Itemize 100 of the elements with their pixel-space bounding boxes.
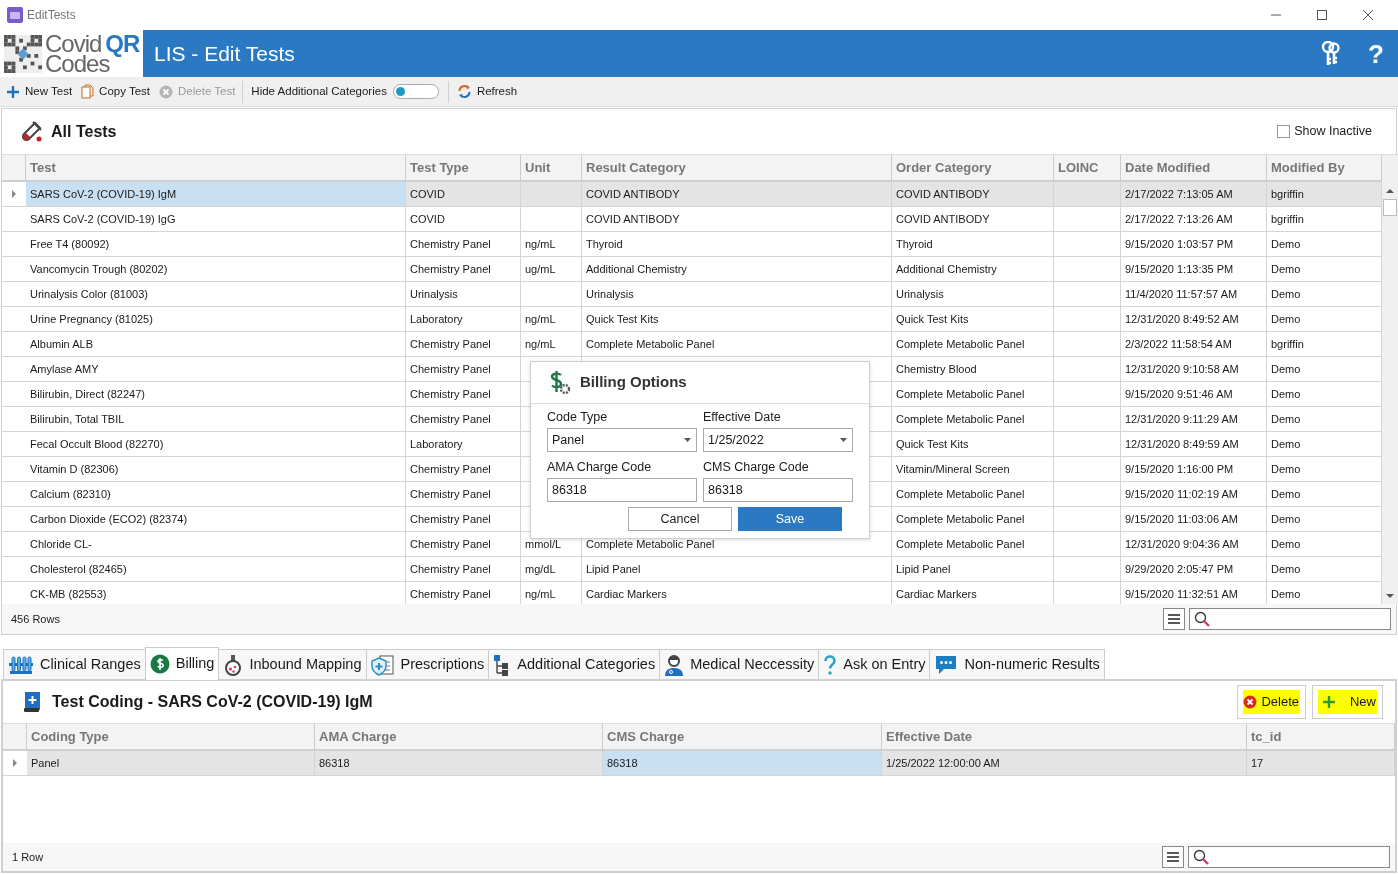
maximize-icon (1317, 10, 1327, 20)
column-header[interactable]: Date Modified (1121, 155, 1267, 180)
table-row[interactable]: Free T4 (80092) Chemistry Panel ng/mL Thyroid Thyroid 9/15/2020 1:03:57 PM Demo (2, 232, 1382, 257)
column-header[interactable]: CMS Charge (603, 724, 882, 749)
table-cell: Urinalysis Color (81003) (26, 282, 406, 306)
tab[interactable]: Non-numeric Results (929, 649, 1105, 679)
help-button[interactable]: ? (1368, 40, 1384, 67)
table-cell: Lipid Panel (892, 557, 1054, 581)
plus-icon (1322, 695, 1336, 709)
column-header[interactable]: Coding Type (27, 724, 315, 749)
toolbar-button[interactable]: Copy Test (81, 82, 151, 101)
input-field[interactable]: 86318 (703, 478, 853, 502)
minimize-icon (1271, 14, 1281, 16)
table-row[interactable]: Albumin ALB Chemistry Panel ng/mL Complete Metabolic Panel Complete Metabolic Panel 2/3/2022 11:58:54 AM bgriffin (2, 332, 1382, 357)
table-row[interactable]: Urine Pregnancy (81025) Laboratory ng/mL Quick Test Kits Quick Test Kits 12/31/2020 8:49:52 AM Demo (2, 307, 1382, 332)
table-cell: Laboratory (406, 432, 521, 456)
table-cell: Complete Metabolic Panel (892, 407, 1054, 431)
tab[interactable]: Ask on Entry (818, 649, 931, 679)
table-cell: Chemistry Panel (406, 257, 521, 281)
scrollbar[interactable] (1382, 154, 1398, 604)
table-cell: Chemistry Panel (406, 482, 521, 506)
table-cell: Additional Chemistry (582, 257, 892, 281)
table-row[interactable]: Urinalysis Color (81003) Urinalysis Urinalysis Urinalysis 11/4/2020 11:57:57 AM Demo (2, 282, 1382, 307)
dialog-button[interactable]: Save (738, 507, 842, 531)
input-field[interactable]: 86318 (547, 478, 697, 502)
dropdown[interactable]: 1/25/2022 (703, 428, 853, 452)
scroll-thumb[interactable] (1383, 199, 1397, 216)
table-cell: ug/mL (521, 257, 582, 281)
field-label: CMS Charge Code (703, 458, 810, 476)
row-count: 1 Row (12, 849, 44, 865)
table-cell: Vitamin D (82306) (26, 457, 406, 481)
table-cell: 2/17/2022 7:13:26 AM (1121, 207, 1267, 231)
table-cell: Chemistry Panel (406, 532, 521, 556)
table-row[interactable]: Cholesterol (82465) Chemistry Panel mg/dL Lipid Panel Lipid Panel 9/29/2020 2:05:47 PM Demo (2, 557, 1382, 582)
table-cell: Chloride CL- (26, 532, 406, 556)
table-cell: COVID ANTIBODY (892, 207, 1054, 231)
table-cell: Laboratory (406, 307, 521, 331)
table-cell: ng/mL (521, 307, 582, 331)
shield-clipboard-icon (370, 653, 395, 676)
table-cell: 11/4/2020 11:57:57 AM (1121, 282, 1267, 306)
table-cell: 9/29/2020 2:05:47 PM (1121, 557, 1267, 581)
dialog-button[interactable]: Cancel (628, 507, 732, 531)
tab[interactable]: Billing (144, 647, 220, 680)
column-header[interactable]: Unit (521, 155, 582, 180)
panel-button[interactable]: New (1312, 685, 1383, 719)
table-cell: Fecal Occult Blood (82270) (26, 432, 406, 456)
column-header[interactable]: Test Type (406, 155, 521, 180)
qr-code-icon (4, 34, 42, 73)
table-cell: 9/15/2020 11:02:19 AM (1121, 482, 1267, 506)
column-header[interactable]: AMA Charge (315, 724, 603, 749)
table-cell: Urinalysis (582, 282, 892, 306)
app-icon (7, 7, 23, 23)
table-row[interactable]: SARS CoV-2 (COVID-19) IgM COVID COVID ANTIBODY COVID ANTIBODY 2/17/2022 7:13:05 AM bgriffin (2, 182, 1382, 207)
table-row[interactable]: Panel 86318 86318 1/25/2022 12:00:00 AM 17 (3, 751, 1395, 776)
table-cell: Complete Metabolic Panel (892, 332, 1054, 356)
column-header[interactable]: Order Category (892, 155, 1054, 180)
window-title: EditTests (27, 7, 76, 24)
column-header[interactable]: LOINC (1054, 155, 1121, 180)
menu-icon (1167, 852, 1179, 862)
menu-button[interactable] (1162, 846, 1184, 868)
table-cell: COVID ANTIBODY (582, 207, 892, 231)
table-cell: Chemistry Blood (892, 357, 1054, 381)
tab[interactable]: Additional Categories (488, 649, 661, 679)
tab[interactable]: Medical Neccessity (659, 649, 820, 679)
table-cell: 2/17/2022 7:13:05 AM (1121, 182, 1267, 206)
toolbar-button[interactable]: Refresh (456, 82, 518, 101)
search-field[interactable] (1189, 608, 1391, 630)
table-cell: 12/31/2020 9:04:36 AM (1121, 532, 1267, 556)
toggle-switch[interactable] (392, 84, 439, 99)
tab[interactable]: Clinical Ranges (3, 649, 146, 679)
tab[interactable]: Inbound Mapping (218, 649, 367, 679)
dropdown[interactable]: Panel (547, 428, 697, 452)
table-cell: Thyroid (892, 232, 1054, 256)
panel-button[interactable]: Delete (1237, 685, 1306, 719)
menu-button[interactable] (1163, 608, 1185, 630)
table-cell: Chemistry Panel (406, 507, 521, 531)
close-icon (1363, 10, 1373, 20)
column-header[interactable]: tc_id (1247, 724, 1395, 749)
keys-icon[interactable] (1320, 40, 1343, 67)
table-cell: 9/15/2020 1:16:00 PM (1121, 457, 1267, 481)
column-header[interactable]: Effective Date (882, 724, 1247, 749)
dollar-icon (149, 654, 170, 674)
table-row[interactable]: SARS CoV-2 (COVID-19) IgG COVID COVID ANTIBODY COVID ANTIBODY 2/17/2022 7:13:26 AM bgriffin (2, 207, 1382, 232)
column-header[interactable]: Test (26, 155, 406, 180)
refresh-icon (456, 84, 472, 99)
table-cell: 12/31/2020 9:11:29 AM (1121, 407, 1267, 431)
toolbar-button[interactable]: New Test (6, 82, 73, 101)
tab[interactable]: Prescriptions (365, 649, 490, 679)
chat-icon (934, 653, 959, 676)
column-header[interactable]: Result Category (582, 155, 892, 180)
table-cell: Cholesterol (82465) (26, 557, 406, 581)
search-field[interactable] (1188, 846, 1390, 868)
row-pointer-icon (12, 759, 18, 767)
table-cell: COVID ANTIBODY (892, 182, 1054, 206)
dialog-title: Billing Options (580, 372, 687, 393)
table-row[interactable]: Vancomycin Trough (80202) Chemistry Panel ug/mL Additional Chemistry Additional Chemistry 9/15/2020 1:13:35 PM Demo (2, 257, 1382, 282)
table-cell: Complete Metabolic Panel (892, 482, 1054, 506)
search-icon (1193, 849, 1209, 865)
table-cell: ng/mL (521, 232, 582, 256)
table-row[interactable]: Chloride CL- Chemistry Panel mmol/L Complete Metabolic Panel Complete Metabolic Panel 12/31/2020 9:04:36 AM Demo (2, 532, 1382, 557)
